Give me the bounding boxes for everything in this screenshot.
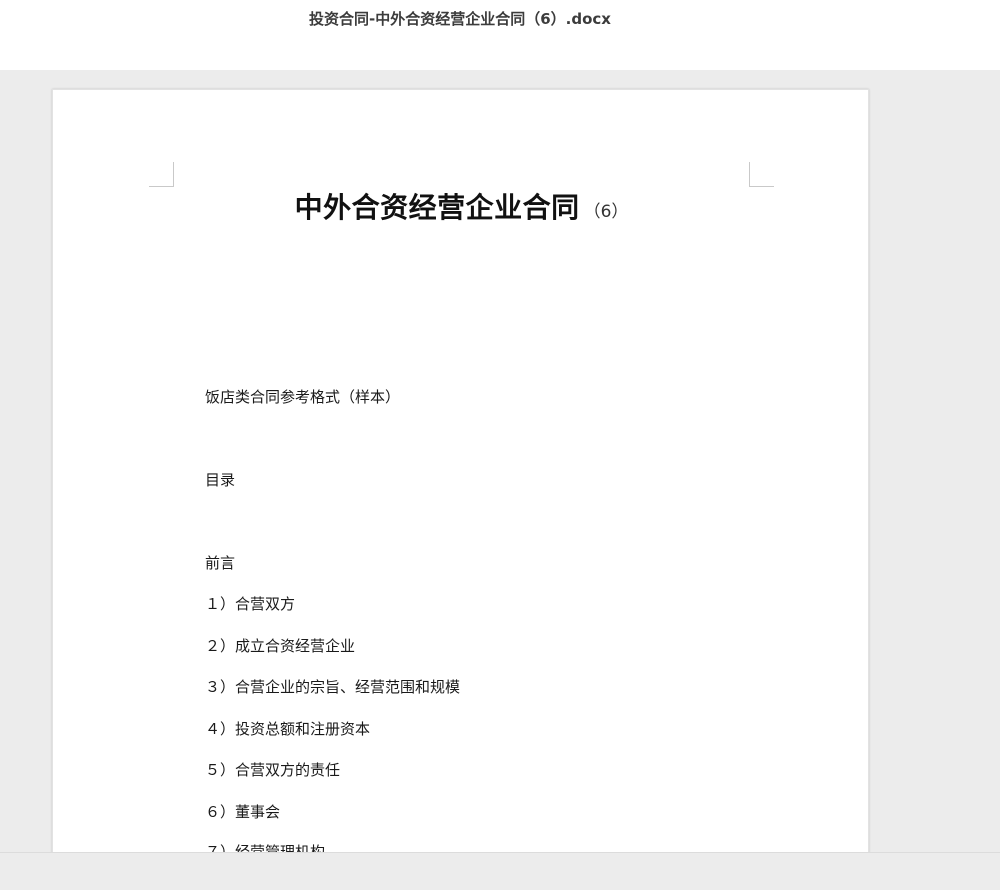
toc-item: ７）经营管理机构 bbox=[205, 843, 326, 852]
toc-item: ４）投资总额和注册资本 bbox=[205, 720, 371, 738]
document-heading: 中外合资经营企业合同 （6） bbox=[53, 186, 870, 226]
margin-corner-mark-top-left bbox=[149, 162, 174, 187]
document-file-title: 投资合同-中外合资经营企业合同（6）.docx bbox=[309, 10, 611, 28]
bottom-bar bbox=[0, 852, 1000, 890]
document-heading-main: 中外合资经营企业合同 bbox=[294, 191, 580, 224]
toc-item: ２）成立合资经营企业 bbox=[205, 637, 356, 655]
toc-item: 前言 bbox=[205, 554, 236, 572]
toc-item: ６）董事会 bbox=[205, 803, 281, 821]
top-bar: 投资合同-中外合资经营企业合同（6）.docx bbox=[0, 0, 1000, 70]
document-viewer[interactable]: 中外合资经营企业合同 （6） 饭店类合同参考格式（样本） 目录 前言 １）合营双方… bbox=[0, 70, 1000, 852]
margin-corner-mark-top-right bbox=[749, 162, 774, 187]
paragraph-subtitle: 饭店类合同参考格式（样本） bbox=[205, 388, 401, 406]
paragraph-toc-heading: 目录 bbox=[205, 471, 236, 489]
toc-item: ３）合营企业的宗旨、经营范围和规模 bbox=[205, 678, 461, 696]
toc-item: １）合营双方 bbox=[205, 595, 296, 613]
document-page: 中外合资经营企业合同 （6） 饭店类合同参考格式（样本） 目录 前言 １）合营双方… bbox=[52, 89, 869, 852]
document-heading-suffix: （6） bbox=[583, 202, 629, 222]
toc-item: ５）合营双方的责任 bbox=[205, 761, 341, 779]
